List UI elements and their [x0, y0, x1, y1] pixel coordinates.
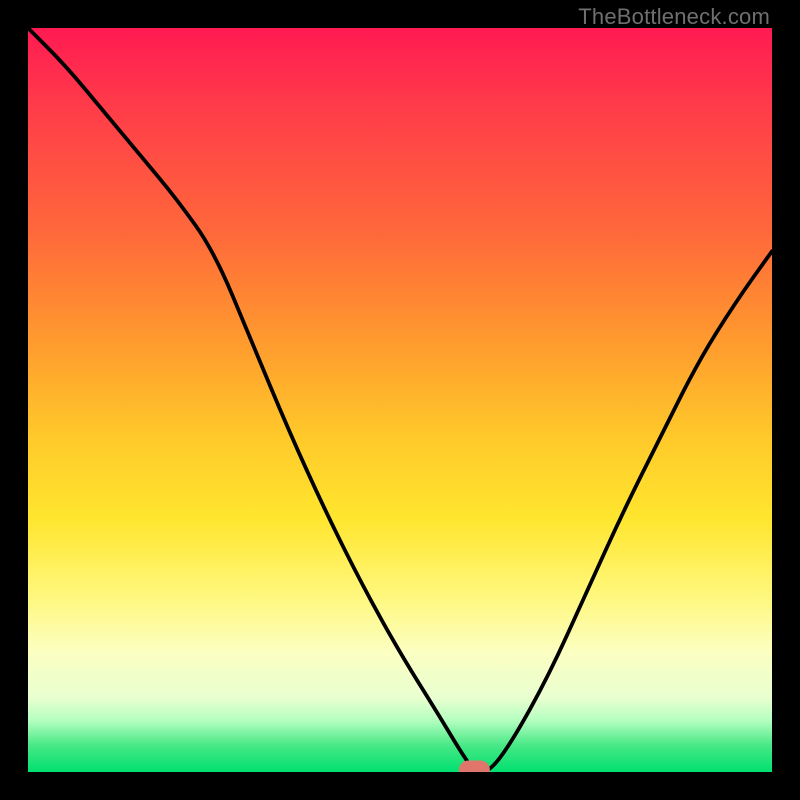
watermark-text: TheBottleneck.com — [578, 4, 770, 30]
bottleneck-curve — [28, 28, 772, 772]
optimum-marker — [459, 761, 489, 772]
curve-svg — [28, 28, 772, 772]
chart-frame: TheBottleneck.com — [0, 0, 800, 800]
plot-area — [28, 28, 772, 772]
